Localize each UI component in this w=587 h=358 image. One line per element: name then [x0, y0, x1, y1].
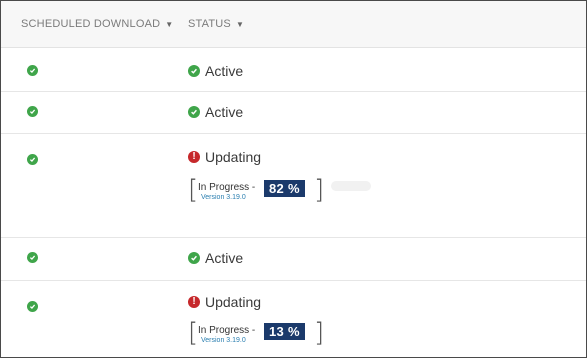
table-row: Active: [1, 238, 586, 281]
status-cell: Active: [188, 63, 243, 79]
status-column-header[interactable]: STATUS ▼: [188, 1, 244, 47]
status-cell: ! Updating: [188, 294, 261, 310]
check-circle-icon: [27, 65, 38, 76]
check-circle-icon: [27, 252, 38, 263]
status-text: Active: [205, 63, 244, 79]
table-row: ! Updating [ In Progress - Version 3.19.…: [1, 281, 586, 357]
blurred-region: [331, 181, 371, 191]
caret-down-icon: ▼: [165, 19, 174, 29]
scheduled-download-column-header[interactable]: SCHEDULED DOWNLOAD ▼: [21, 1, 173, 47]
bracket-left: [: [188, 175, 199, 205]
bracket-left: [: [188, 318, 199, 348]
status-cell: Active: [188, 104, 243, 120]
check-circle-icon: [188, 65, 200, 77]
table-row: Active: [1, 92, 586, 134]
status-text: Active: [205, 250, 244, 266]
check-circle-icon: [27, 106, 38, 117]
table-row: Active: [1, 48, 586, 92]
check-circle-icon: [27, 154, 38, 165]
update-progress: [ In Progress - Version 3.19.0 13 % ]: [188, 319, 338, 349]
device-table: SCHEDULED DOWNLOAD ▼ STATUS ▼ Active Act: [0, 0, 587, 358]
status-cell: Active: [188, 250, 243, 266]
table-row: ! Updating [ In Progress - Version 3.19.…: [1, 134, 586, 238]
status-text: Updating: [205, 294, 262, 310]
status-text: Active: [205, 104, 244, 120]
progress-percent: 82 %: [264, 180, 305, 197]
progress-percent: 13 %: [264, 323, 305, 340]
progress-label[interactable]: In Progress -: [198, 325, 255, 336]
update-progress: [ In Progress - Version 3.19.0 82 % ]: [188, 176, 338, 206]
status-cell: ! Updating: [188, 149, 261, 165]
version-link[interactable]: Version 3.19.0: [201, 194, 246, 201]
scheduled-download-header-label: SCHEDULED DOWNLOAD: [21, 18, 161, 30]
check-circle-icon: [188, 106, 200, 118]
progress-label[interactable]: In Progress -: [198, 182, 255, 193]
check-circle-icon: [188, 252, 200, 264]
bracket-right: ]: [314, 175, 325, 205]
caret-down-icon: ▼: [235, 19, 245, 29]
exclamation-circle-icon: !: [188, 296, 200, 308]
version-link[interactable]: Version 3.19.0: [201, 337, 246, 344]
check-circle-icon: [27, 301, 38, 312]
bracket-right: ]: [314, 318, 325, 348]
exclamation-circle-icon: !: [188, 151, 200, 163]
table-header: SCHEDULED DOWNLOAD ▼ STATUS ▼: [1, 1, 586, 48]
status-text: Updating: [205, 149, 262, 165]
status-header-label: STATUS: [188, 18, 231, 30]
